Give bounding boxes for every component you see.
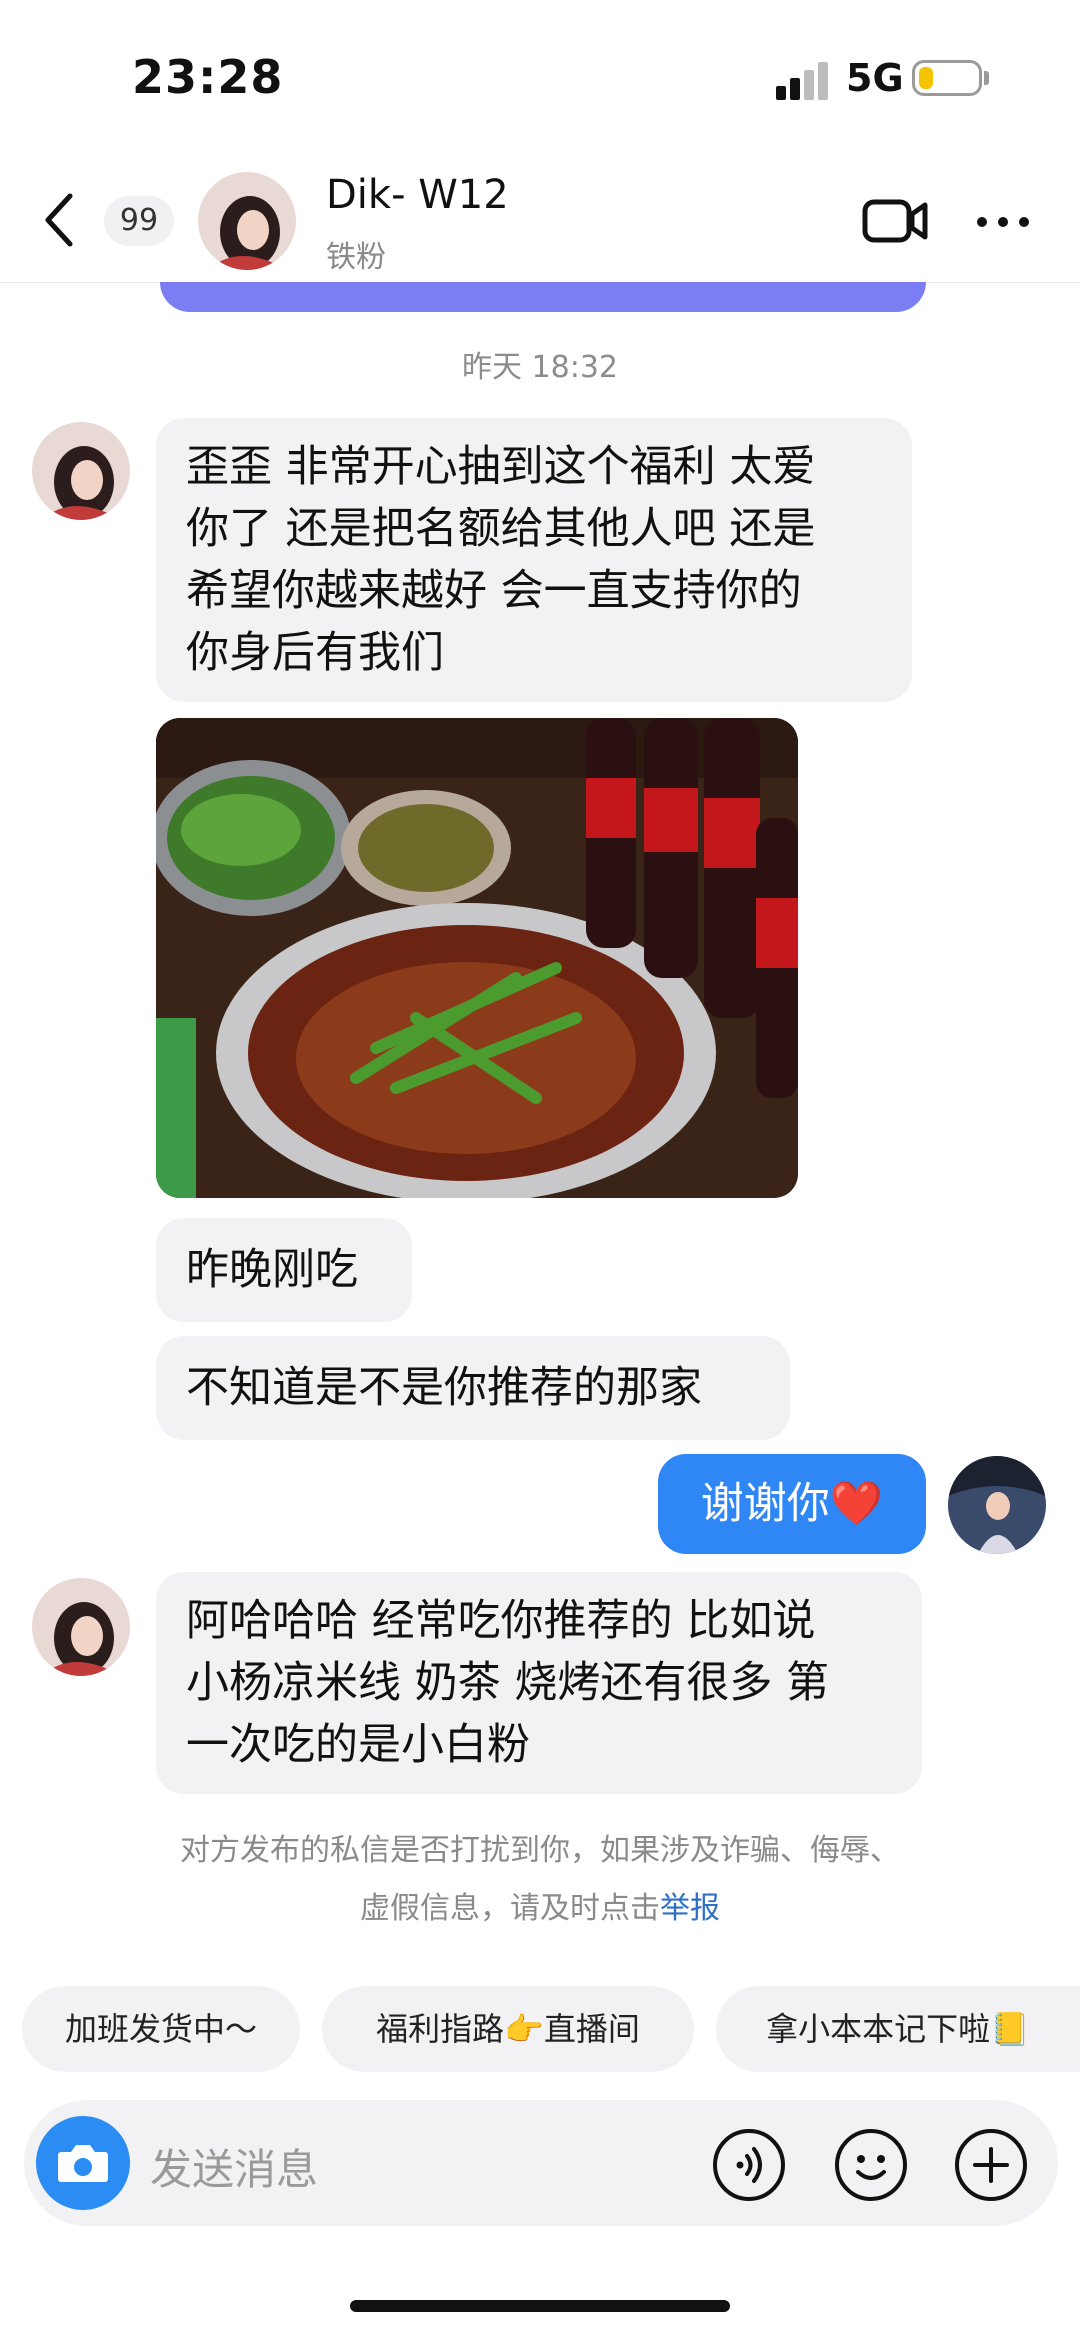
message-bubble[interactable]: 歪歪 非常开心抽到这个福利 太爱 你了 还是把名额给其他人吧 还是 希望你越来越… [156, 418, 912, 702]
quick-reply-chip[interactable]: 福利指路👉直播间 [322, 1986, 694, 2072]
message-line: 阿哈哈哈 经常吃你推荐的 比如说 [186, 1596, 816, 1646]
message-line: 一次吃的是小白粉 [186, 1720, 530, 1770]
my-message-bubble[interactable]: 谢谢你❤️ [658, 1454, 926, 1554]
add-icon[interactable] [954, 2128, 1028, 2202]
network-label: 5G [846, 56, 904, 100]
contact-avatar[interactable] [198, 172, 296, 270]
voice-icon[interactable] [712, 2128, 786, 2202]
message-bubble[interactable]: 阿哈哈哈 经常吃你推荐的 比如说 小杨凉米线 奶茶 烧烤还有很多 第 一次吃的是… [156, 1572, 922, 1794]
food-photo[interactable] [156, 718, 798, 1198]
pinned-banner[interactable] [160, 282, 926, 312]
my-avatar[interactable] [948, 1456, 1046, 1554]
report-link[interactable]: 举报 [660, 1891, 720, 1926]
camera-icon [58, 2145, 108, 2182]
safety-notice: 对方发布的私信是否打扰到你，如果涉及诈骗、侮辱、 虚假信息，请及时点击举报 [140, 1822, 940, 1938]
more-options-icon[interactable] [976, 212, 1030, 232]
message-line: 你了 还是把名额给其他人吧 还是 [186, 504, 816, 554]
message-bubble[interactable]: 不知道是不是你推荐的那家 [156, 1336, 790, 1440]
message-input[interactable]: 发送消息 [150, 2136, 318, 2197]
quick-reply-chip[interactable]: 加班发货中～ [22, 1986, 300, 2072]
signal-icon [776, 60, 830, 100]
message-line: 希望你越来越好 会一直支持你的 [186, 566, 802, 616]
sender-avatar[interactable] [32, 1578, 130, 1676]
home-indicator [350, 2300, 730, 2312]
message-line: 你身后有我们 [186, 628, 444, 678]
camera-button[interactable] [36, 2116, 130, 2210]
notice-line: 虚假信息，请及时点击举报 [140, 1880, 940, 1938]
chat-timestamp: 昨天 18:32 [462, 350, 618, 385]
notice-line: 对方发布的私信是否打扰到你，如果涉及诈骗、侮辱、 [180, 1833, 900, 1868]
battery-icon [912, 60, 982, 96]
message-line: 小杨凉米线 奶茶 烧烤还有很多 第 [186, 1658, 830, 1708]
battery-tip [984, 71, 989, 85]
unread-count-badge[interactable]: 99 [104, 196, 174, 246]
message-bubble[interactable]: 昨晚刚吃 [156, 1218, 412, 1322]
emoji-icon[interactable] [834, 2128, 908, 2202]
quick-reply-chip[interactable]: 拿小本本记下啦📒 [716, 1986, 1080, 2072]
contact-tag: 铁粉 [326, 240, 386, 275]
contact-name[interactable]: Dik- W12 [326, 172, 509, 218]
message-line: 歪歪 非常开心抽到这个福利 太爱 [186, 442, 816, 492]
notice-text: 虚假信息，请及时点击 [360, 1891, 660, 1926]
video-call-icon[interactable] [862, 196, 928, 246]
sender-avatar[interactable] [32, 422, 130, 520]
status-time: 23:28 [132, 50, 284, 104]
back-chevron-icon[interactable] [40, 190, 80, 250]
